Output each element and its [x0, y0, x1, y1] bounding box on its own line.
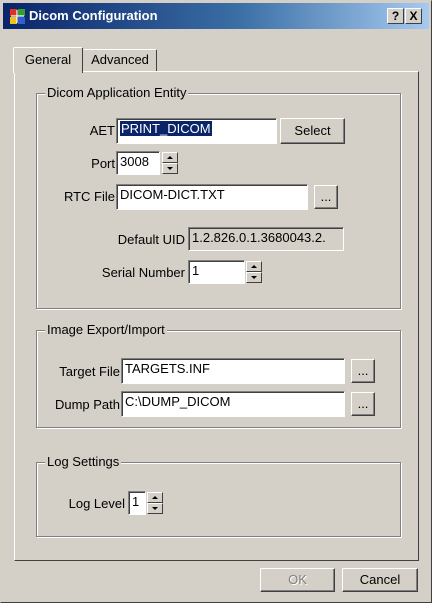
group-legend-dicom-ae: Dicom Application Entity	[45, 85, 189, 100]
aet-label: AET	[89, 123, 115, 138]
tab-general[interactable]: General	[13, 47, 83, 73]
spin-up-icon	[167, 156, 173, 159]
spin-up-icon	[251, 265, 257, 268]
log-level-input[interactable]: 1	[128, 491, 146, 515]
aet-input[interactable]: PRINT_DICOM	[116, 118, 277, 144]
port-spinner[interactable]	[162, 152, 178, 174]
cancel-button[interactable]: Cancel	[342, 568, 418, 592]
serial-number-spinner[interactable]	[246, 261, 262, 283]
target-browse-button[interactable]: ...	[351, 359, 375, 383]
help-button[interactable]: ?	[387, 8, 404, 24]
port-spin-up[interactable]	[162, 152, 178, 163]
close-button[interactable]: X	[405, 8, 422, 24]
serial-spin-up[interactable]	[246, 261, 262, 272]
aet-value: PRINT_DICOM	[120, 121, 212, 136]
tab-panel-general: Dicom Application Entity AET PRINT_DICOM…	[14, 71, 419, 561]
spin-up-icon	[152, 496, 158, 499]
serial-spin-down[interactable]	[246, 272, 262, 283]
default-uid-label: Default UID	[117, 232, 185, 247]
tab-advanced[interactable]: Advanced	[83, 49, 157, 71]
select-button[interactable]: Select	[280, 118, 345, 144]
group-legend-image-export: Image Export/Import	[45, 322, 167, 337]
log-spin-down[interactable]	[147, 503, 163, 514]
serial-number-label: Serial Number	[101, 265, 185, 280]
dump-path-input[interactable]: C:\DUMP_DICOM	[121, 391, 345, 417]
rtc-file-label: RTC File	[63, 189, 115, 204]
port-label: Port	[91, 156, 115, 171]
target-file-label: Target File	[59, 364, 120, 379]
port-input[interactable]: 3008	[116, 151, 160, 175]
ok-button[interactable]: OK	[260, 568, 335, 592]
spin-down-icon	[167, 167, 173, 170]
dicom-app-icon	[10, 9, 25, 24]
group-legend-log-settings: Log Settings	[45, 454, 122, 469]
window-title: Dicom Configuration	[29, 8, 158, 23]
spin-down-icon	[152, 507, 158, 510]
log-spin-up[interactable]	[147, 492, 163, 503]
log-level-label: Log Level	[68, 496, 125, 511]
serial-number-input[interactable]: 1	[188, 260, 245, 284]
target-file-input[interactable]: TARGETS.INF	[121, 358, 345, 384]
spin-down-icon	[251, 276, 257, 279]
port-spin-down[interactable]	[162, 163, 178, 174]
dump-browse-button[interactable]: ...	[351, 392, 375, 416]
log-level-spinner[interactable]	[147, 492, 163, 514]
title-bar[interactable]: Dicom Configuration ? X	[3, 3, 429, 29]
dialog-window: Dicom Configuration ? X General Advanced…	[0, 0, 432, 603]
dump-path-label: Dump Path	[54, 397, 120, 412]
rtc-browse-button[interactable]: ...	[314, 185, 338, 209]
rtc-file-input[interactable]: DICOM-DICT.TXT	[116, 184, 308, 210]
default-uid-field: 1.2.826.0.1.3680043.2.	[188, 227, 344, 251]
